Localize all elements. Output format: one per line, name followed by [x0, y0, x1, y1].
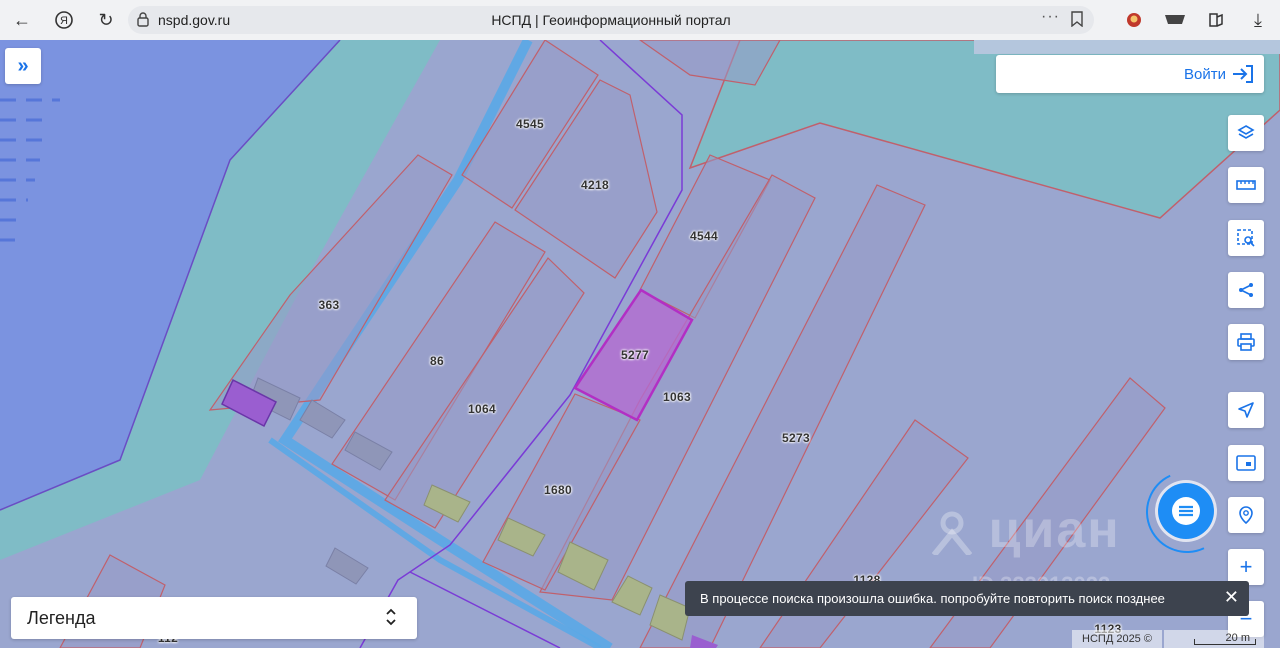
location-search-icon [1239, 506, 1253, 524]
search-location-button[interactable] [1228, 497, 1264, 533]
expand-collapse-icon [385, 607, 397, 632]
profile-icon[interactable] [1163, 8, 1187, 32]
watermark-text: циан [988, 501, 1121, 559]
share-icon [1239, 283, 1253, 297]
parcel-label[interactable]: 4545 [516, 117, 544, 131]
collections-icon[interactable] [1204, 8, 1228, 32]
login-icon [1232, 64, 1254, 89]
parcel-label-selected[interactable]: 5277 [621, 348, 649, 362]
minimap-icon [1236, 455, 1256, 471]
parcel-label[interactable]: 86 [430, 354, 444, 368]
parcel-label[interactable]: 1063 [663, 390, 691, 404]
scale-label: 20 m [1225, 632, 1250, 644]
watermark-logo: циан [931, 500, 1121, 560]
double-chevron-right-icon: » [17, 54, 29, 77]
ruler-button[interactable] [1228, 167, 1264, 203]
back-icon[interactable]: ← [10, 8, 34, 32]
chat-button[interactable] [1158, 483, 1214, 539]
error-toast: В процессе поиска произошла ошибка. попр… [685, 581, 1249, 616]
extension-icon[interactable] [1122, 8, 1146, 32]
login-label: Войти [1184, 66, 1226, 83]
yandex-icon[interactable]: Я [52, 8, 76, 32]
legend-label: Легенда [27, 608, 96, 628]
parcel-label[interactable]: 1064 [468, 402, 496, 416]
toast-message: В процессе поиска произошла ошибка. попр… [700, 591, 1165, 606]
expand-panel-button[interactable]: » [5, 48, 41, 84]
copyright: НСПД 2025 © [1072, 630, 1162, 648]
close-icon[interactable]: ✕ [1224, 587, 1239, 608]
area-select-button[interactable] [1228, 220, 1264, 256]
ruler-icon [1236, 180, 1256, 190]
browser-toolbar: ← Я ↻ nspd.gov.ru НСПД | Геоинформационн… [0, 0, 1280, 41]
print-icon [1237, 333, 1255, 351]
address-bar[interactable]: nspd.gov.ru НСПД | Геоинформационный пор… [128, 6, 1094, 34]
svg-text:Я: Я [60, 15, 68, 27]
scale-bar: 20 m [1164, 630, 1264, 648]
navigation-arrow-icon [1238, 402, 1254, 418]
login-button[interactable]: Войти [996, 55, 1264, 93]
page-title: НСПД | Геоинформационный портал [491, 12, 731, 28]
download-icon[interactable]: ⤓ [1246, 8, 1270, 32]
chat-icon [1172, 497, 1200, 525]
top-strip [974, 40, 1280, 54]
zoom-in-button[interactable]: + [1228, 549, 1264, 585]
layers-button[interactable] [1228, 115, 1264, 151]
area-select-icon [1237, 229, 1255, 247]
parcel-label[interactable]: 5273 [782, 431, 810, 445]
share-button[interactable] [1228, 272, 1264, 308]
minimap-button[interactable] [1228, 445, 1264, 481]
legend-panel[interactable]: Легенда [11, 597, 417, 639]
parcel-label[interactable]: 1680 [544, 483, 572, 497]
locate-button[interactable] [1228, 392, 1264, 428]
reload-icon[interactable]: ↻ [94, 8, 118, 32]
plus-icon: + [1239, 554, 1253, 579]
parcel-label[interactable]: 363 [319, 298, 340, 312]
bookmark-icon[interactable] [1070, 11, 1084, 32]
more-icon[interactable]: ··· [1041, 8, 1060, 26]
parcel-label[interactable]: 4218 [581, 178, 609, 192]
parcel-label[interactable]: 4544 [690, 229, 718, 243]
layers-icon [1237, 125, 1255, 139]
print-button[interactable] [1228, 324, 1264, 360]
